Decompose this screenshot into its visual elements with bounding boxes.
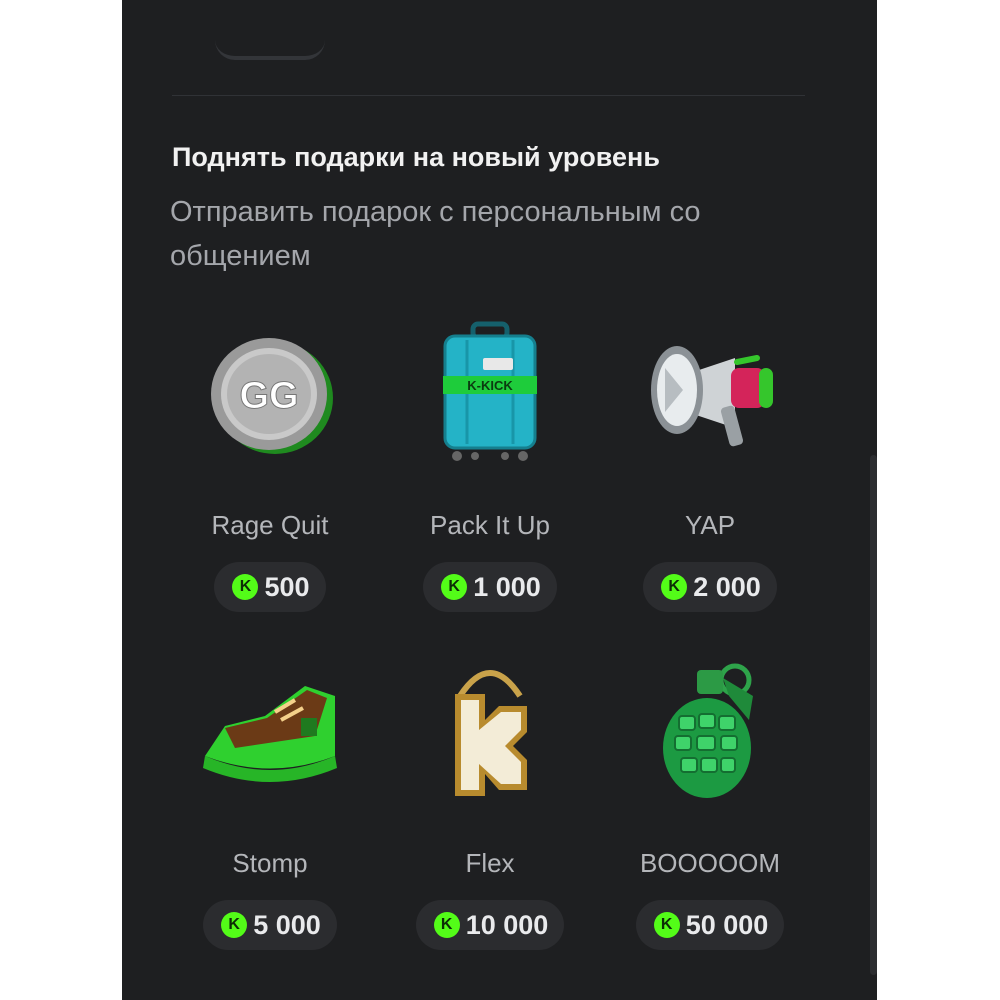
gift-grid: GG Rage Quit K 500 K-KICK Pack It Up K 1… — [160, 318, 820, 956]
gift-card-flex[interactable]: Flex K 10 000 — [380, 656, 600, 956]
gift-name: Rage Quit — [211, 510, 329, 540]
section-subtitle: Отправить подарок с персональным со обще… — [170, 196, 701, 272]
grenade-icon — [635, 656, 785, 806]
gift-price-button[interactable]: K 50 000 — [635, 900, 785, 950]
gift-price-button[interactable]: K 5 000 — [203, 900, 337, 950]
gift-price-button[interactable]: K 1 000 — [423, 562, 557, 612]
sneaker-icon — [195, 656, 345, 806]
kick-coin-icon: K — [661, 574, 688, 600]
gift-price: 2 000 — [693, 571, 761, 602]
gift-card-rage-quit[interactable]: GG Rage Quit K 500 — [160, 318, 380, 618]
gift-price: 50 000 — [685, 909, 769, 940]
gift-price-button[interactable]: K 10 000 — [415, 900, 565, 950]
kick-coin-icon: K — [433, 912, 460, 938]
svg-text:K-KICK: K-KICK — [467, 378, 513, 393]
k-chain-pendant-icon — [415, 656, 565, 806]
kick-coin-icon: K — [221, 912, 248, 938]
gift-price-button[interactable]: K 2 000 — [643, 562, 777, 612]
gift-price-button[interactable]: K 500 — [214, 562, 326, 612]
gift-price: 1 000 — [473, 571, 541, 602]
kick-coin-icon: K — [653, 912, 680, 938]
suitcase-icon: K-KICK — [415, 318, 565, 468]
gift-name: YAP — [684, 510, 736, 540]
gift-name: Flex — [465, 848, 515, 878]
gift-price: 10 000 — [465, 909, 549, 940]
gift-card-yap[interactable]: YAP K 2 000 — [600, 318, 820, 618]
divider — [172, 95, 805, 96]
kick-coin-icon: K — [232, 574, 259, 600]
gift-name: Pack It Up — [430, 510, 550, 540]
svg-text:GG: GG — [239, 375, 298, 417]
kick-coin-icon: K — [441, 574, 468, 600]
scrollbar[interactable] — [870, 455, 877, 975]
megaphone-icon — [635, 318, 785, 468]
gift-name: Stomp — [232, 848, 308, 878]
gift-price: 5 000 — [253, 909, 321, 940]
gg-coin-icon: GG — [195, 318, 345, 468]
gift-card-pack-it-up[interactable]: K-KICK Pack It Up K 1 000 — [380, 318, 600, 618]
gift-card-boooooom[interactable]: BOOOOOM K 50 000 — [600, 656, 820, 956]
gift-name: BOOOOOM — [639, 848, 781, 878]
gift-price: 500 — [264, 571, 310, 602]
gift-card-stomp[interactable]: Stomp K 5 000 — [160, 656, 380, 956]
sheet-drag-handle[interactable] — [215, 40, 325, 60]
section-title: Поднять подарки на новый уровень — [172, 142, 660, 172]
